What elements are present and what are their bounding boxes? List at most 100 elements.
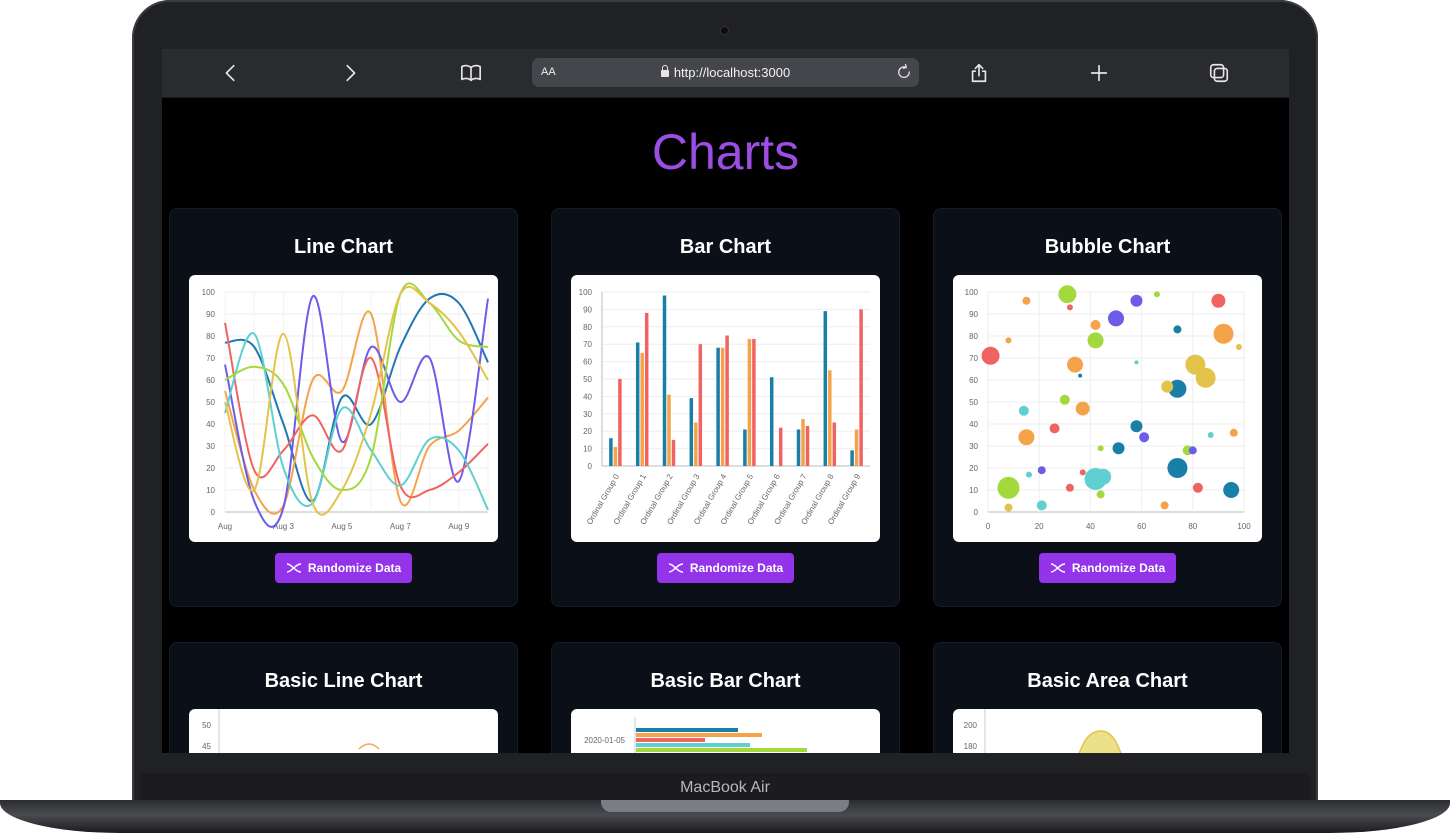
y-tick-label: 40 xyxy=(583,392,592,401)
bar xyxy=(613,446,618,466)
bar xyxy=(644,312,649,466)
x-tick-label: 40 xyxy=(1086,522,1095,531)
bubble xyxy=(1022,296,1031,305)
basic-bar-chart-svg: 2020-01-05 xyxy=(584,717,807,753)
back-icon[interactable] xyxy=(217,59,245,87)
y-tick-label: 90 xyxy=(583,305,592,314)
browser-toolbar: AA http://localhost:3000 xyxy=(162,49,1289,98)
randomize-bar-button[interactable]: Randomize Data xyxy=(657,553,794,583)
bubble xyxy=(1018,405,1029,416)
basic-area-chart: 200 180 xyxy=(953,709,1262,753)
bar-chart: 0 10 20 30 40 50 60 70 80 90 100 Ordinal Group 0 Ord… xyxy=(571,275,880,542)
bar xyxy=(752,338,756,466)
y-tick-label: 50 xyxy=(202,721,211,730)
bookmarks-icon[interactable] xyxy=(457,59,485,87)
y-tick-label: 90 xyxy=(206,310,215,319)
bar xyxy=(805,425,810,466)
bar xyxy=(823,311,828,466)
y-tick-label: 80 xyxy=(969,332,978,341)
bubble xyxy=(1207,432,1214,438)
bar xyxy=(698,344,703,466)
line-chart: 0 10 20 30 40 50 60 70 80 90 100 Aug Aug 3 Aug 5 Aug 7… xyxy=(189,275,498,542)
line-chart-card: Line Chart 0 10 20 30 40 50 60 70 80 90 100 Aug Aug … xyxy=(169,208,518,607)
bar xyxy=(689,398,694,466)
line-series xyxy=(224,310,489,515)
bubble xyxy=(1075,401,1090,416)
bar xyxy=(747,338,752,466)
x-tick-label: 60 xyxy=(1137,522,1146,531)
bubble xyxy=(1167,458,1188,478)
x-tick-label: Aug 9 xyxy=(448,522,469,531)
y-tick-label: 60 xyxy=(206,376,215,385)
bubble xyxy=(1087,332,1104,349)
bubble xyxy=(1036,500,1047,511)
bar xyxy=(640,352,644,466)
bar xyxy=(662,295,667,466)
address-bar[interactable]: AA http://localhost:3000 xyxy=(532,58,919,87)
bubble xyxy=(1058,285,1077,304)
y-tick-label: 100 xyxy=(965,288,979,297)
bubble xyxy=(1025,471,1032,478)
shuffle-icon xyxy=(1050,563,1065,573)
y-tick-label: 60 xyxy=(969,376,978,385)
card-title: Bubble Chart xyxy=(1044,236,1171,258)
line-series xyxy=(224,332,489,511)
bubble xyxy=(1134,360,1139,365)
bar xyxy=(854,429,859,466)
y-tick-label: 100 xyxy=(579,288,593,297)
bubble xyxy=(1192,482,1203,493)
bubble xyxy=(1161,380,1174,393)
bar xyxy=(725,335,729,466)
new-tab-icon[interactable] xyxy=(1085,59,1113,87)
basic-line-chart-card: Basic Line Chart 50 45 xyxy=(169,642,518,753)
bar xyxy=(720,347,725,466)
y-tick-label: 100 xyxy=(202,288,216,297)
bubble xyxy=(1066,304,1073,311)
y-tick-label: 90 xyxy=(969,310,978,319)
card-title: Line Chart xyxy=(294,236,393,258)
bar xyxy=(635,342,640,466)
basic-line-chart-svg: 50 45 xyxy=(202,709,380,753)
device-label: MacBook Air xyxy=(680,779,770,796)
reload-icon[interactable] xyxy=(895,63,913,81)
bubble-chart-svg: 0 10 20 30 40 50 60 70 80 90 100 0 20 40 60 80 100 xyxy=(965,285,1251,531)
randomize-bubble-button[interactable]: Randomize Data xyxy=(1039,553,1176,583)
bubble xyxy=(1079,469,1086,476)
card-title: Bar Chart xyxy=(679,236,772,258)
bubble xyxy=(1130,420,1143,433)
bar xyxy=(636,743,750,747)
card-title: Basic Line Chart xyxy=(264,670,423,692)
card-title: Basic Area Chart xyxy=(1027,670,1188,692)
y-tick-label: 20 xyxy=(583,427,592,436)
bubble xyxy=(1090,320,1101,330)
tabs-overview-icon[interactable] xyxy=(1205,59,1233,87)
share-icon[interactable] xyxy=(965,59,993,87)
bar xyxy=(667,394,671,466)
bubble xyxy=(1005,337,1012,344)
y-tick-label: 45 xyxy=(202,742,211,751)
bar-chart-svg: 0102030405060708090100Ordinal Group 0Ord… xyxy=(579,288,870,526)
y-tick-label: 80 xyxy=(583,323,592,332)
bar xyxy=(778,427,783,466)
bubble xyxy=(1139,432,1150,443)
bubble xyxy=(1049,423,1060,434)
x-tick-label: 100 xyxy=(1237,522,1251,531)
forward-icon[interactable] xyxy=(336,59,364,87)
shuffle-icon xyxy=(286,563,301,573)
basic-area-chart-card: Basic Area Chart 200 180 xyxy=(933,642,1282,753)
randomize-line-button[interactable]: Randomize Data xyxy=(275,553,412,583)
url-display: http://localhost:3000 xyxy=(532,65,919,80)
area-series xyxy=(1078,730,1122,753)
y-tick-label: 70 xyxy=(969,354,978,363)
bar xyxy=(609,438,613,466)
card-title: Basic Bar Chart xyxy=(650,670,801,692)
bubble xyxy=(1130,294,1143,307)
bar xyxy=(859,309,863,466)
y-tick-label: 0 xyxy=(588,462,593,471)
bar xyxy=(743,429,747,466)
bar xyxy=(636,733,762,737)
bubble xyxy=(1211,293,1226,308)
laptop-notch xyxy=(601,800,849,812)
randomize-label: Randomize Data xyxy=(689,561,784,575)
randomize-label: Randomize Data xyxy=(1071,561,1166,575)
